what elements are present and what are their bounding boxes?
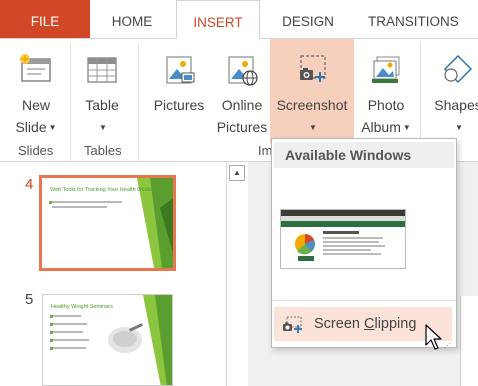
slide-4-text-line: [52, 201, 122, 203]
pictures-icon: [166, 56, 195, 84]
tab-file[interactable]: FILE: [0, 0, 90, 38]
shapes-label: Shapes: [434, 97, 478, 113]
shapes-button[interactable]: Shapes ▼: [428, 39, 478, 143]
slide-5-title: Healthy Weight Seminars: [51, 304, 113, 310]
online-pictures-button[interactable]: Online Pictures: [214, 39, 270, 143]
new-slide-button[interactable]: New Slide ▼: [12, 39, 60, 143]
resize-grip-icon[interactable]: ⋰: [444, 342, 452, 350]
slide-5-text-line: [53, 315, 81, 317]
current-slide-canvas-edge[interactable]: [460, 296, 478, 386]
screenshot-icon: [300, 55, 326, 82]
pictures-button[interactable]: Pictures: [150, 39, 208, 143]
slide-number: 5: [25, 291, 34, 308]
slide-5-text-line: [53, 331, 83, 333]
screen-clipping-icon: [283, 316, 302, 333]
shapes-dropdown-caret: ▼: [455, 123, 463, 132]
table-button[interactable]: Table ▼: [82, 39, 122, 143]
window-preview-image: [281, 210, 405, 268]
group-separator: [70, 43, 71, 161]
slide-5-text-line: [53, 323, 87, 325]
group-label-slides: Slides: [18, 143, 54, 158]
photo-album-label-1: Photo: [367, 97, 405, 113]
pointer-cursor-icon: [425, 324, 442, 350]
photo-album-label-2: Album ▼: [361, 119, 411, 135]
slide-pane-scrollbar[interactable]: [226, 162, 248, 386]
tab-transitions[interactable]: TRANSITIONS: [358, 0, 478, 38]
slide-4-title: Web Tools for Tracking Your Health Goals: [50, 187, 152, 193]
tab-home[interactable]: HOME: [100, 0, 164, 38]
table-icon: [87, 57, 117, 83]
screenshot-button[interactable]: Screenshot ▼: [270, 39, 354, 143]
table-label: Table: [85, 97, 119, 113]
slide-thumbnail-5[interactable]: Healthy Weight Seminars: [42, 294, 173, 386]
photo-album-button[interactable]: Photo Album ▼: [356, 39, 416, 143]
new-slide-label-2: Slide ▼: [15, 119, 57, 135]
slide-number: 4: [25, 176, 34, 193]
screenshot-dropdown-caret: ▼: [309, 123, 317, 132]
ribbon-tab-bar: FILE HOME INSERT DESIGN TRANSITIONS: [0, 0, 478, 39]
online-pictures-label-2: Pictures: [216, 119, 268, 135]
slide-5-text-line: [53, 339, 89, 341]
tab-design[interactable]: DESIGN: [272, 0, 344, 38]
slide-5-text-line: [53, 347, 86, 349]
new-slide-label-1: New: [21, 97, 50, 113]
scroll-up-arrow-icon[interactable]: ▲: [229, 165, 245, 181]
slide-4-text-line: [52, 206, 107, 208]
screenshot-dropdown-menu: Available Windows Screen Clipping: [271, 138, 457, 348]
online-pictures-icon: [228, 56, 258, 86]
photo-album-icon: [372, 56, 400, 83]
tab-insert[interactable]: INSERT: [176, 0, 260, 39]
online-pictures-label-1: Online: [221, 97, 263, 113]
new-slide-icon: [20, 54, 51, 82]
group-separator: [138, 43, 139, 161]
group-label-tables: Tables: [84, 143, 122, 158]
available-windows-header: Available Windows: [274, 142, 454, 168]
available-window-thumbnail[interactable]: [280, 209, 406, 269]
menu-divider: [272, 300, 456, 301]
pictures-label: Pictures: [153, 97, 205, 113]
screenshot-label: Screenshot: [276, 97, 348, 113]
table-dropdown-caret: ▼: [99, 123, 107, 132]
screen-clipping-label: Screen Clipping: [314, 316, 417, 332]
slide-thumbnail-4[interactable]: Web Tools for Tracking Your Health Goals: [39, 175, 176, 271]
shapes-icon: [443, 54, 473, 84]
